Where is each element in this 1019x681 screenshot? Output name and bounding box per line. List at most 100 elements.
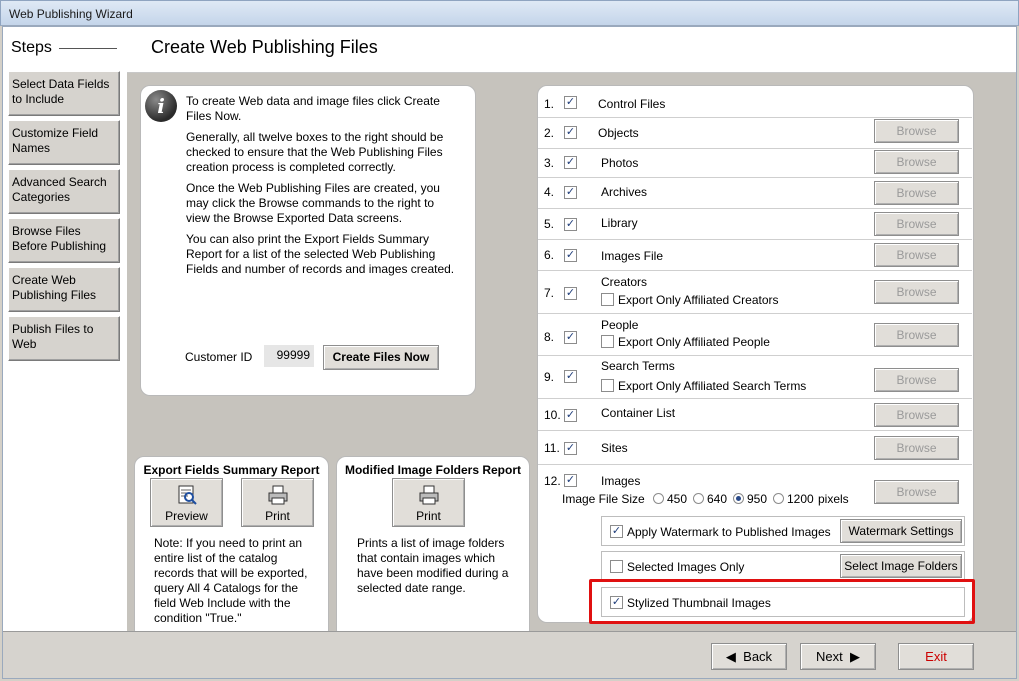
exit-button[interactable]: Exit [898, 643, 974, 670]
modified-report-note: Prints a list of image folders that cont… [357, 536, 509, 595]
file-row-library: 5. ✓ Library Browse [538, 208, 972, 239]
modified-report-title: Modified Image Folders Report [344, 463, 521, 477]
image-size-950-label: 950 [747, 492, 768, 506]
step-customize-field-names[interactable]: Customize Field Names [8, 120, 120, 165]
file-row-images: 12. ✓ Images Image File Size 450 640 950… [538, 464, 972, 512]
steps-divider [59, 48, 117, 49]
export-report-title: Export Fields Summary Report [143, 463, 320, 477]
row-number: 11. [544, 441, 560, 455]
file-checkbox-people[interactable]: ✓ [564, 331, 577, 344]
highlight-annotation [589, 579, 975, 624]
browse-library-button[interactable]: Browse [874, 212, 959, 236]
export-fields-report-panel: Export Fields Summary Report Preview Pri… [134, 456, 329, 640]
file-label: Control Files [598, 97, 666, 111]
image-size-1200-radio[interactable] [773, 493, 784, 504]
file-row-objects: 2. ✓ Objects Browse [538, 117, 972, 146]
page-header: Create Web Publishing Files [127, 27, 1016, 73]
file-row-container-list: 10. ✓ Container List Browse [538, 398, 972, 430]
affiliated-people-checkbox[interactable] [601, 335, 614, 348]
file-label: Images [601, 474, 641, 488]
file-checkbox-container-list[interactable]: ✓ [564, 409, 577, 422]
steps-sidebar: Steps Select Data Fields to Include Cust… [3, 27, 127, 631]
modified-print-button[interactable]: Print [392, 478, 465, 527]
browse-objects-button[interactable]: Browse [874, 119, 959, 143]
file-row-images-file: 6. ✓ Images File Browse [538, 239, 972, 270]
file-label: Library [601, 216, 638, 230]
apply-watermark-label: Apply Watermark to Published Images [627, 525, 831, 539]
file-checkbox-objects[interactable]: ✓ [564, 126, 577, 139]
affiliated-people-label: Export Only Affiliated People [618, 335, 770, 349]
preview-button[interactable]: Preview [150, 478, 223, 527]
modified-image-folders-panel: Modified Image Folders Report Print Prin… [336, 456, 530, 640]
file-checkbox-creators[interactable]: ✓ [564, 287, 577, 300]
selected-images-option-box: Selected Images Only Select Image Folder… [601, 551, 965, 581]
file-checkbox-sites[interactable]: ✓ [564, 442, 577, 455]
step-browse-files[interactable]: Browse Files Before Publishing [8, 218, 120, 263]
affiliated-creators-label: Export Only Affiliated Creators [618, 293, 779, 307]
image-size-640-radio[interactable] [693, 493, 704, 504]
back-arrow-icon: ◀ [725, 649, 736, 664]
export-print-label: Print [265, 509, 290, 523]
affiliated-creators-checkbox[interactable] [601, 293, 614, 306]
customer-id-label: Customer ID [185, 350, 253, 364]
image-size-unit: pixels [818, 492, 849, 506]
file-label: Objects [598, 126, 639, 140]
step-select-data-fields[interactable]: Select Data Fields to Include [8, 71, 120, 116]
file-label: People [601, 318, 639, 332]
browse-people-button[interactable]: Browse [874, 323, 959, 347]
file-label: Photos [601, 156, 639, 170]
export-print-button[interactable]: Print [241, 478, 314, 527]
step-publish-files[interactable]: Publish Files to Web [8, 316, 120, 361]
file-label: Sites [601, 441, 628, 455]
info-icon: i [145, 90, 177, 122]
back-button[interactable]: ◀ Back [711, 643, 787, 670]
file-row-photos: 3. ✓ Photos Browse [538, 148, 972, 177]
browse-container-list-button[interactable]: Browse [874, 403, 959, 427]
select-image-folders-button[interactable]: Select Image Folders [840, 554, 962, 578]
preview-icon [178, 485, 197, 505]
next-arrow-icon: ▶ [849, 649, 860, 664]
create-files-now-button[interactable]: Create Files Now [323, 345, 439, 370]
next-button[interactable]: Next ▶ [800, 643, 876, 670]
file-row-archives: 4. ✓ Archives Browse [538, 177, 972, 208]
file-checkbox-control-files[interactable]: ✓ [564, 96, 577, 109]
watermark-settings-button[interactable]: Watermark Settings [840, 519, 962, 543]
file-checkbox-images-file[interactable]: ✓ [564, 249, 577, 262]
row-number: 6. [544, 248, 555, 262]
modified-print-label: Print [416, 509, 441, 523]
apply-watermark-checkbox[interactable]: ✓ [610, 525, 623, 538]
file-checkbox-archives[interactable]: ✓ [564, 186, 577, 199]
file-checkbox-images[interactable]: ✓ [564, 474, 577, 487]
browse-creators-button[interactable]: Browse [874, 280, 959, 304]
file-row-creators: 7. ✓ Creators Export Only Affiliated Cre… [538, 270, 972, 313]
affiliated-search-terms-label: Export Only Affiliated Search Terms [618, 379, 807, 393]
printer-icon [268, 485, 287, 505]
file-label: Search Terms [601, 359, 675, 373]
image-size-label: Image File Size [562, 492, 645, 506]
step-create-web-publishing-files[interactable]: Create Web Publishing Files [8, 267, 120, 312]
customer-id-value: 99999 [264, 345, 314, 367]
next-label: Next [816, 649, 843, 664]
image-size-1200-label: 1200 [787, 492, 814, 506]
browse-photos-button[interactable]: Browse [874, 150, 959, 174]
step-advanced-search-categories[interactable]: Advanced Search Categories [8, 169, 120, 214]
file-checkbox-photos[interactable]: ✓ [564, 156, 577, 169]
file-checkbox-library[interactable]: ✓ [564, 218, 577, 231]
footer-bar: ◀ Back Next ▶ Exit [3, 631, 1016, 678]
affiliated-search-terms-checkbox[interactable] [601, 379, 614, 392]
browse-images-button[interactable]: Browse [874, 480, 959, 504]
browse-images-file-button[interactable]: Browse [874, 243, 959, 267]
image-size-950-radio[interactable] [733, 493, 744, 504]
row-number: 8. [544, 330, 555, 344]
row-number: 10. [544, 408, 561, 422]
browse-archives-button[interactable]: Browse [874, 181, 959, 205]
browse-sites-button[interactable]: Browse [874, 436, 959, 460]
selected-images-only-checkbox[interactable] [610, 560, 623, 573]
file-checkbox-search-terms[interactable]: ✓ [564, 370, 577, 383]
page-title: Create Web Publishing Files [151, 37, 378, 57]
window-titlebar: Web Publishing Wizard [0, 0, 1019, 26]
file-label: Images File [601, 249, 664, 263]
selected-images-only-label: Selected Images Only [627, 560, 745, 574]
image-size-450-radio[interactable] [653, 493, 664, 504]
browse-search-terms-button[interactable]: Browse [874, 368, 959, 392]
